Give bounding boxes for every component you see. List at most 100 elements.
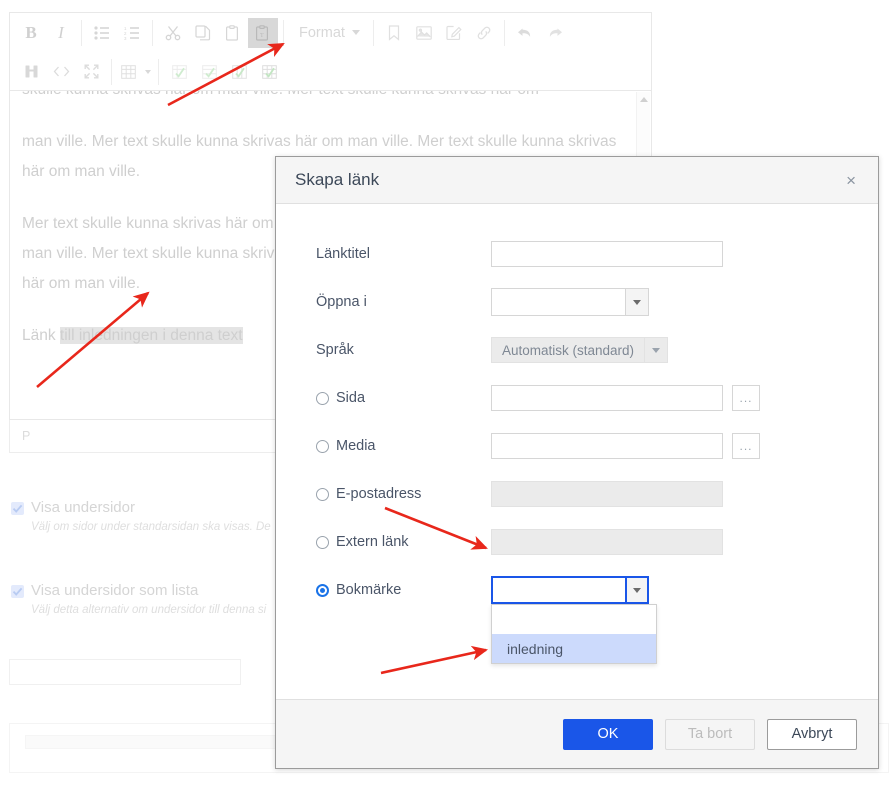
editor-toolbar: B I 1 2 3 T Format (9, 12, 652, 90)
dialog-title: Skapa länk (295, 170, 380, 189)
dialog-body: Länktitel Öppna i Språk Automatisk (stan… (276, 204, 878, 698)
bold-icon[interactable]: B (16, 18, 46, 48)
table-dropdown-caret[interactable] (139, 57, 153, 87)
language-select-value: Automatisk (standard) (491, 337, 645, 363)
toolbar-separator (283, 19, 284, 46)
radio-icon[interactable] (316, 391, 329, 405)
checkbox-row[interactable]: Visa undersidor som lista (11, 581, 266, 601)
cancel-button[interactable]: Avbryt (767, 718, 857, 750)
cut-icon[interactable] (158, 18, 188, 48)
background-text-input[interactable] (9, 659, 241, 685)
toolbar-separator (503, 19, 505, 46)
ok-button[interactable]: OK (563, 718, 653, 750)
radio-selected-icon[interactable] (316, 583, 329, 597)
chevron-down-icon (351, 30, 360, 35)
chevron-down-icon (144, 69, 151, 74)
email-input (491, 481, 723, 507)
table-cell-properties-icon[interactable] (164, 57, 194, 87)
external-link-input (491, 529, 723, 555)
media-input[interactable] (491, 433, 723, 459)
bookmark-select[interactable] (491, 576, 649, 604)
field-row-openin: Öppna i (276, 278, 878, 326)
bookmark-icon[interactable] (379, 18, 409, 48)
svg-text:3: 3 (124, 36, 127, 40)
toolbar-row-2 (10, 52, 651, 91)
option-visa-undersidor[interactable]: Visa undersidor Välj om sidor under stan… (11, 498, 271, 536)
table-delete-icon[interactable] (254, 57, 284, 87)
chevron-down-icon[interactable] (625, 288, 649, 316)
link-type-row-bookmark: Bokmärke inledning (276, 566, 878, 664)
radio-label-text: Extern länk (336, 534, 409, 550)
radio-label-text: Bokmärke (336, 582, 402, 598)
link-type-row-media: Media ... (276, 422, 878, 470)
link-type-row-sida: Sida ... (276, 374, 878, 422)
fullscreen-icon[interactable] (76, 57, 106, 87)
checkbox-checked-icon[interactable] (11, 585, 24, 598)
dialog-header: Skapa länk × (276, 157, 878, 204)
sida-browse-button[interactable]: ... (732, 385, 760, 411)
italic-icon[interactable]: I (46, 18, 76, 48)
linktitle-input[interactable] (491, 241, 723, 267)
sida-input[interactable] (491, 385, 723, 411)
remove-button: Ta bort (665, 718, 755, 750)
chevron-down-icon[interactable] (625, 576, 649, 604)
radio-icon[interactable] (316, 487, 329, 501)
selected-link-text: till inledningen i denna text (59, 327, 243, 344)
openin-select[interactable] (491, 288, 649, 316)
edit-icon[interactable] (439, 18, 469, 48)
field-label: Språk (316, 342, 354, 358)
find-replace-icon[interactable] (16, 57, 46, 87)
checkbox-row[interactable]: Visa undersidor (11, 498, 271, 518)
option-label: Visa undersidor (31, 499, 135, 516)
radio-sida[interactable]: Sida (316, 390, 491, 406)
radio-icon[interactable] (316, 439, 329, 453)
link-prefix-text: Länk (22, 327, 60, 344)
checkbox-checked-icon[interactable] (11, 502, 24, 515)
undo-icon[interactable] (510, 18, 540, 48)
dropdown-option-inledning[interactable]: inledning (492, 634, 656, 663)
dropdown-option-empty[interactable] (492, 605, 656, 634)
link-type-row-email: E-postadress (276, 470, 878, 518)
radio-email[interactable]: E-postadress (316, 486, 491, 502)
scroll-up-arrow-icon[interactable] (639, 97, 648, 102)
language-select-disabled: Automatisk (standard) (491, 337, 669, 363)
table-icon[interactable] (117, 57, 139, 87)
bullet-list-icon[interactable] (87, 18, 117, 48)
editor-element-path: P (22, 429, 31, 443)
field-row-linktitle: Länktitel (276, 230, 878, 278)
table-row-properties-icon[interactable] (194, 57, 224, 87)
link-icon[interactable] (469, 18, 499, 48)
dialog-footer: OK Ta bort Avbryt (276, 699, 878, 768)
editor-paragraph-clipped: skulle kunna skrivas här om man ville. M… (22, 91, 625, 105)
radio-bookmark[interactable]: Bokmärke (316, 582, 491, 598)
radio-media[interactable]: Media (316, 438, 491, 454)
create-link-dialog: Skapa länk × Länktitel Öppna i Språk Aut… (275, 156, 879, 769)
bookmark-dropdown-list[interactable]: inledning (491, 604, 657, 664)
chevron-down-icon (644, 337, 669, 363)
openin-select-value (491, 288, 625, 316)
field-row-language: Språk Automatisk (standard) (276, 326, 878, 374)
image-icon[interactable] (409, 18, 439, 48)
option-help-text: Välj om sidor under standarsidan ska vis… (31, 521, 271, 533)
radio-label-text: Media (336, 438, 376, 454)
format-dropdown[interactable]: Format (289, 25, 368, 41)
radio-external-link[interactable]: Extern länk (316, 534, 491, 550)
table-column-properties-icon[interactable] (224, 57, 254, 87)
field-label: Öppna i (316, 294, 367, 310)
svg-text:T: T (260, 33, 264, 39)
toolbar-separator (152, 19, 153, 46)
toolbar-separator (81, 19, 82, 46)
redo-icon[interactable] (540, 18, 570, 48)
radio-label-text: E-postadress (336, 486, 422, 502)
copy-icon[interactable] (188, 18, 218, 48)
media-browse-button[interactable]: ... (732, 433, 760, 459)
field-label: Länktitel (316, 246, 371, 262)
source-code-icon[interactable] (46, 57, 76, 87)
paste-icon[interactable] (218, 18, 248, 48)
close-icon[interactable]: × (840, 168, 862, 193)
bookmark-select-value (491, 576, 625, 604)
numbered-list-icon[interactable]: 1 2 3 (117, 18, 147, 48)
radio-icon[interactable] (316, 535, 329, 549)
paste-as-text-icon[interactable]: T (248, 17, 278, 48)
option-visa-undersidor-som-lista[interactable]: Visa undersidor som lista Välj detta alt… (11, 581, 266, 619)
